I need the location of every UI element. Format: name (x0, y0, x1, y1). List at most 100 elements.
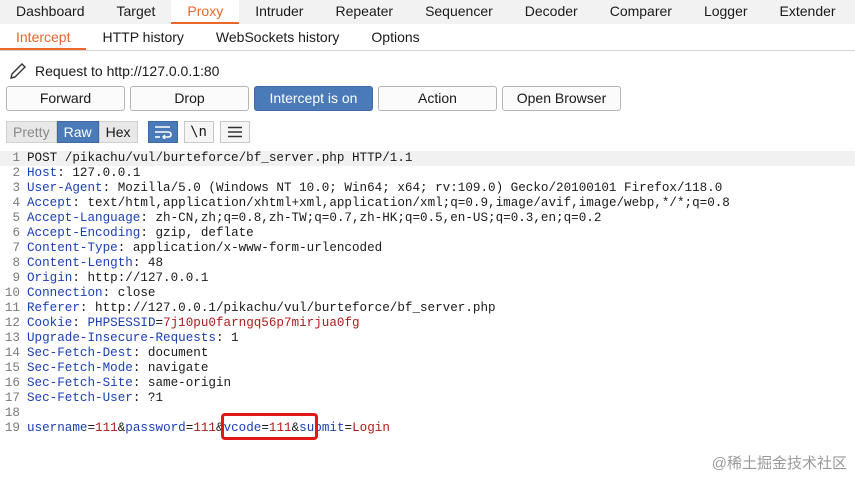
open-browser-button[interactable]: Open Browser (502, 86, 621, 111)
header-colon: : (72, 316, 80, 330)
view-mode-hex[interactable]: Hex (98, 121, 138, 143)
header-value: 48 (140, 256, 164, 270)
header-colon: : (102, 181, 111, 195)
line-number: 15 (4, 361, 20, 375)
param-value: 111 (193, 421, 216, 435)
word-wrap-button[interactable] (147, 121, 178, 143)
line-number: 17 (4, 391, 20, 405)
tab-decoder[interactable]: Decoder (509, 0, 594, 24)
header-colon: : (72, 196, 80, 210)
line-number: 19 (4, 421, 20, 435)
header-name: Accept-Language (27, 211, 141, 225)
line-content: Accept-Language: zh-CN,zh;q=0.8,zh-TW;q=… (27, 211, 601, 226)
subtab-options[interactable]: Options (355, 24, 435, 50)
header-value: close (110, 286, 156, 300)
tab-repeater[interactable]: Repeater (319, 0, 409, 24)
tab-extender[interactable]: Extender (764, 0, 852, 24)
editor-line: 7 Content-Type: application/x-www-form-ur… (0, 241, 855, 256)
main-tab-bar: Dashboard Target Proxy Intruder Repeater Sequ… (0, 0, 855, 24)
editor-line: 14 Sec-Fetch-Dest: document (0, 346, 855, 361)
editor-line: 6 Accept-Encoding: gzip, deflate (0, 226, 855, 241)
editor-line: 10 Connection: close (0, 286, 855, 301)
line-number: 11 (4, 301, 20, 315)
line-content: Upgrade-Insecure-Requests: 1 (27, 331, 239, 346)
proxy-sub-tab-bar: Intercept HTTP history WebSockets history O… (0, 24, 855, 51)
tab-dashboard[interactable]: Dashboard (0, 0, 101, 24)
line-number: 13 (4, 331, 20, 345)
editor-line: 1 POST /pikachu/vul/burteforce/bf_server.… (0, 151, 855, 166)
line-number: 7 (12, 241, 20, 255)
header-colon: : (102, 286, 111, 300)
cookie-value: 7j10pu0farngq56p7mirjua0fg (163, 316, 360, 330)
header-value: application/x-www-form-urlencoded (125, 241, 383, 255)
word-wrap-icon (154, 126, 172, 139)
header-value: document (140, 346, 209, 360)
header-value: same-origin (140, 376, 232, 390)
header-name: Host (27, 166, 58, 180)
editor-line: 18 (0, 406, 855, 421)
param-eq: = (344, 421, 353, 435)
subtab-http-history[interactable]: HTTP history (86, 24, 199, 50)
param-value: Login (352, 421, 390, 435)
pencil-icon (10, 63, 26, 79)
request-info: Request to http://127.0.0.1:80 (8, 60, 219, 82)
editor-line: 13 Upgrade-Insecure-Requests: 1 (0, 331, 855, 346)
editor-line: 11 Referer: http://127.0.0.1/pikachu/vul/… (0, 301, 855, 316)
header-name: Sec-Fetch-Mode (27, 361, 133, 375)
line-content: Sec-Fetch-User: ?1 (27, 391, 163, 406)
editor-line: 16 Sec-Fetch-Site: same-origin (0, 376, 855, 391)
request-editor[interactable]: 1 POST /pikachu/vul/burteforce/bf_server.… (0, 149, 855, 479)
line-content: Accept: text/html,application/xhtml+xml,… (27, 196, 730, 211)
header-colon: : (57, 166, 65, 180)
header-name: Accept (27, 196, 73, 210)
intercept-toggle-button[interactable]: Intercept is on (254, 86, 373, 111)
tab-logger[interactable]: Logger (688, 0, 764, 24)
line-number: 4 (12, 196, 20, 210)
tab-proxy[interactable]: Proxy (171, 0, 240, 24)
header-colon: : (215, 331, 224, 345)
header-name: User-Agent (27, 181, 103, 195)
tab-intruder[interactable]: Intruder (239, 0, 319, 24)
line-number: 16 (4, 376, 20, 390)
editor-toolbar: Pretty Raw Hex \n (6, 121, 250, 143)
drop-button[interactable]: Drop (130, 86, 249, 111)
editor-line: 8 Content-Length: 48 (0, 256, 855, 271)
editor-line: 19 username=111&password=111&vcode=111&su… (0, 421, 855, 436)
line-content: Host: 127.0.0.1 (27, 166, 140, 181)
header-name: Content-Length (27, 256, 133, 270)
action-button[interactable]: Action (378, 86, 497, 111)
subtab-websockets-history[interactable]: WebSockets history (200, 24, 355, 50)
header-name: Content-Type (27, 241, 118, 255)
line-number: 2 (12, 166, 20, 180)
tab-sequencer[interactable]: Sequencer (409, 0, 509, 24)
param-name: username (27, 421, 88, 435)
line-number: 18 (4, 406, 20, 420)
editor-menu-button[interactable] (219, 121, 250, 143)
header-value: zh-CN,zh;q=0.8,zh-TW;q=0.7,zh-HK;q=0.5,e… (147, 211, 602, 225)
header-value: 1 (223, 331, 239, 345)
header-value: ?1 (140, 391, 164, 405)
editor-line: 15 Sec-Fetch-Mode: navigate (0, 361, 855, 376)
view-mode-group: Pretty Raw Hex (6, 121, 138, 143)
editor-line: 3 User-Agent: Mozilla/5.0 (Windows NT 10.… (0, 181, 855, 196)
tab-comparer[interactable]: Comparer (594, 0, 688, 24)
header-name: Sec-Fetch-Site (27, 376, 133, 390)
line-content: Content-Length: 48 (27, 256, 163, 271)
tab-target[interactable]: Target (101, 0, 172, 24)
header-value: navigate (140, 361, 209, 375)
line-number: 5 (12, 211, 20, 225)
line-number: 6 (12, 226, 20, 240)
subtab-intercept[interactable]: Intercept (0, 24, 87, 50)
header-name: Sec-Fetch-User (27, 391, 133, 405)
header-name: Connection (27, 286, 103, 300)
line-content: Connection: close (27, 286, 156, 301)
forward-button[interactable]: Forward (6, 86, 125, 111)
line-number: 9 (12, 271, 20, 285)
show-newlines-button[interactable]: \n (183, 121, 214, 143)
view-mode-raw[interactable]: Raw (56, 121, 99, 143)
line-content: Cookie: PHPSESSID=7j10pu0farngq56p7mirju… (27, 316, 360, 331)
line-content: User-Agent: Mozilla/5.0 (Windows NT 10.0… (27, 181, 722, 196)
view-mode-pretty[interactable]: Pretty (6, 121, 57, 143)
line-number: 8 (12, 256, 20, 270)
cookie-name: PHPSESSID (79, 316, 156, 330)
